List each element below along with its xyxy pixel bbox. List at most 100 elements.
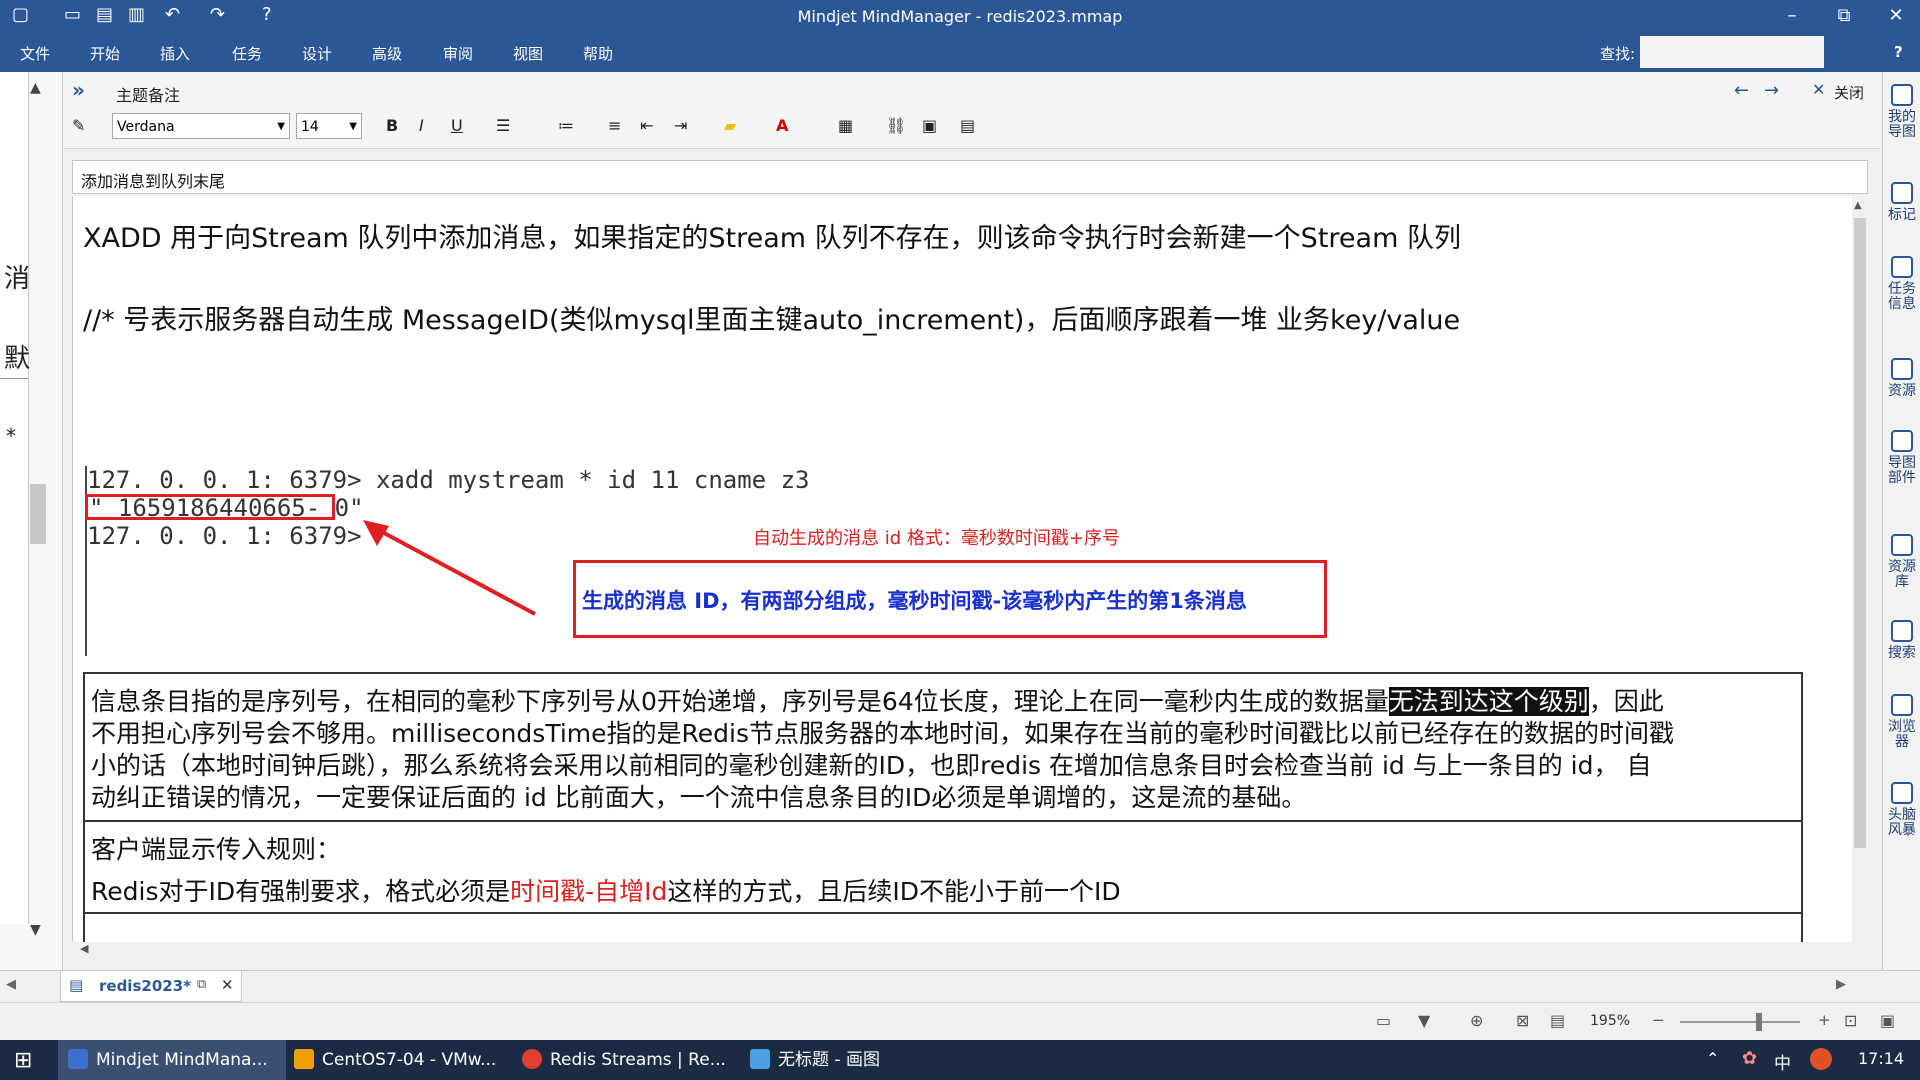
image-icon[interactable]: ▣ (922, 116, 937, 135)
client-rule-line: Redis对于ID有强制要求，格式必须是时间戳-自增Id这样的方式，且后续ID不… (91, 872, 1121, 908)
sidebar-item-task-info[interactable]: 任务信息 (1887, 256, 1917, 312)
left-panel: 消 默 * ▲ ▼ (0, 72, 63, 970)
zoom-out-icon[interactable]: − (1652, 1011, 1665, 1029)
scroll-up-icon[interactable]: ▲ (1854, 200, 1862, 211)
size-select[interactable]: 14 ▼ (296, 113, 362, 139)
taskbar: ⊞ Mindjet MindMana... CentOS7-04 - VMw..… (0, 1040, 1920, 1080)
minimize-button[interactable]: – (1770, 2, 1814, 30)
menu-review[interactable]: 审阅 (443, 43, 473, 64)
sidebar-item-resources[interactable]: 资源 (1887, 358, 1917, 399)
help-question-icon[interactable]: ? (1894, 43, 1903, 61)
search-icon (1891, 620, 1913, 642)
close-notes-label[interactable]: 关闭 (1834, 82, 1864, 103)
menu-design[interactable]: 设计 (302, 43, 332, 64)
taskbar-item-chrome[interactable]: Redis Streams | Re... (512, 1040, 740, 1080)
bold-button[interactable]: B (386, 116, 398, 135)
indent-icon[interactable]: ⇥ (674, 116, 687, 135)
close-notes-icon[interactable]: ✕ (1812, 80, 1825, 99)
callout-box: 生成的消息 ID，有两部分组成，毫秒时间戳-该毫秒内产生的第1条消息 (573, 560, 1327, 638)
scroll-up-icon[interactable]: ▲ (30, 80, 41, 96)
fit-page-icon[interactable]: ⊡ (1844, 1011, 1857, 1030)
sidebar-item-label: 资源库 (1888, 559, 1916, 590)
tray-chevron-icon[interactable]: ⌃ (1706, 1049, 1719, 1068)
sidebar-item-browser[interactable]: 浏览器 (1887, 694, 1917, 750)
zoom-slider-thumb[interactable] (1756, 1013, 1762, 1031)
highlight-icon[interactable]: ▰ (724, 116, 736, 135)
topic-box: 添加消息到队列末尾 (72, 160, 1868, 194)
arrow-line (370, 524, 536, 616)
tray-s-icon[interactable] (1810, 1048, 1832, 1070)
sidebar-item-label: 任务信息 (1888, 281, 1916, 312)
page-icon[interactable]: ▭ (1376, 1011, 1391, 1030)
menu-advanced[interactable]: 高级 (372, 43, 402, 64)
parts-icon (1891, 430, 1913, 452)
zoom-slider[interactable] (1680, 1021, 1800, 1023)
taskbar-item-mindmanager[interactable]: Mindjet MindMana... (58, 1040, 286, 1080)
outdent-icon[interactable]: ⇤ (640, 116, 653, 135)
sidebar-item-markers[interactable]: 标记 (1887, 182, 1917, 223)
numbered-list-icon[interactable]: ≔ (558, 116, 574, 135)
font-color-icon[interactable]: A (776, 116, 788, 135)
rule-text: 这样的方式，且后续ID不能小于前一个ID (667, 877, 1121, 906)
menu-view[interactable]: 视图 (513, 43, 543, 64)
tray-app-icon[interactable]: ✿ (1742, 1048, 1757, 1069)
font-select-value: Verdana (117, 119, 175, 135)
nav-back-icon[interactable]: ← (1734, 80, 1749, 101)
italic-button[interactable]: I (419, 116, 424, 135)
align-icon[interactable]: ☰ (496, 116, 510, 135)
zoom-in-icon[interactable]: + (1818, 1011, 1831, 1029)
menu-file[interactable]: 文件 (20, 43, 50, 64)
paragraph-line: 小的话（本地时间钟后跳），那么系统将会采用以前相同的毫秒创建新的ID，也即red… (91, 751, 1652, 780)
sidebar-item-map-parts[interactable]: 导图部件 (1887, 430, 1917, 486)
scroll-down-icon[interactable]: ▼ (30, 922, 41, 938)
font-select[interactable]: Verdana ▼ (112, 113, 290, 139)
tab-redis2023[interactable]: ▤ redis2023* ⧉ ✕ (60, 971, 242, 1002)
underline-button[interactable]: U (451, 116, 463, 135)
chrome-icon (522, 1049, 542, 1069)
taskbar-label: Redis Streams | Re... (550, 1050, 726, 1070)
layout-icon[interactable]: ⊕ (1470, 1011, 1483, 1030)
expand-icon[interactable]: » (72, 78, 85, 102)
topic-title: 添加消息到队列末尾 (81, 172, 226, 191)
ime-indicator[interactable]: 中 (1774, 1049, 1791, 1074)
tab-close-icon[interactable]: ✕ (221, 976, 234, 994)
tab-label: redis2023* (99, 977, 191, 995)
sidebar-item-label: 我的导图 (1888, 109, 1916, 140)
editor-vertical-scrollbar[interactable]: ▲ (1852, 196, 1868, 942)
view-menu-icon[interactable]: ▣ (1880, 1011, 1895, 1030)
outline-icon[interactable]: ▤ (1550, 1011, 1565, 1030)
library-icon (1891, 534, 1913, 556)
menu-home[interactable]: 开始 (90, 43, 120, 64)
menu-help[interactable]: 帮助 (583, 43, 613, 64)
search-input[interactable] (1640, 36, 1824, 68)
tabs-right-icon[interactable]: ▶ (1836, 977, 1846, 992)
scrollbar-thumb[interactable] (1854, 218, 1866, 848)
windows-start-icon[interactable]: ⊞ (14, 1048, 32, 1073)
tabs-left-icon[interactable]: ◀ (6, 977, 16, 992)
left-panel-char: 消 (4, 264, 31, 294)
status-bar: ▭ ▼ ⊕ ⊠ ▤ 195% − + ⊡ ▣ (0, 1002, 1920, 1041)
taskbar-item-vmware[interactable]: CentOS7-04 - VMw... (284, 1040, 512, 1080)
left-scrollbar-thumb[interactable] (30, 484, 46, 544)
filter-icon[interactable]: ▼ (1418, 1011, 1430, 1030)
menu-task[interactable]: 任务 (232, 43, 262, 64)
fit-icon[interactable]: ⊠ (1516, 1011, 1529, 1030)
scroll-left-icon[interactable]: ◀ (80, 942, 88, 955)
restore-button[interactable]: ⧉ (1822, 2, 1866, 30)
nav-forward-icon[interactable]: → (1764, 80, 1779, 101)
menu-insert[interactable]: 插入 (160, 43, 190, 64)
close-window-button[interactable]: ✕ (1874, 2, 1918, 30)
taskbar-item-paint[interactable]: 无标题 - 画图 (740, 1040, 950, 1080)
insert-object-icon[interactable]: ▤ (960, 116, 975, 135)
link-icon[interactable]: ⛓ (886, 116, 906, 135)
sidebar-item-search[interactable]: 搜索 (1887, 620, 1917, 661)
tab-restore-icon[interactable]: ⧉ (197, 977, 206, 992)
editor-horizontal-scrollbar[interactable]: ◀ (72, 942, 1868, 958)
notes-editor[interactable]: XADD 用于向Stream 队列中添加消息，如果指定的Stream 队列不存在… (72, 196, 1853, 942)
bullet-list-icon[interactable]: ≡ (608, 116, 621, 135)
sidebar-item-library[interactable]: 资源库 (1887, 534, 1917, 590)
table-icon[interactable]: ▦ (838, 116, 853, 135)
sidebar-item-brainstorm[interactable]: 头脑风暴 (1887, 782, 1917, 838)
format-painter-icon[interactable]: ✎ (72, 116, 85, 135)
sidebar-item-my-maps[interactable]: 我的导图 (1887, 84, 1917, 140)
